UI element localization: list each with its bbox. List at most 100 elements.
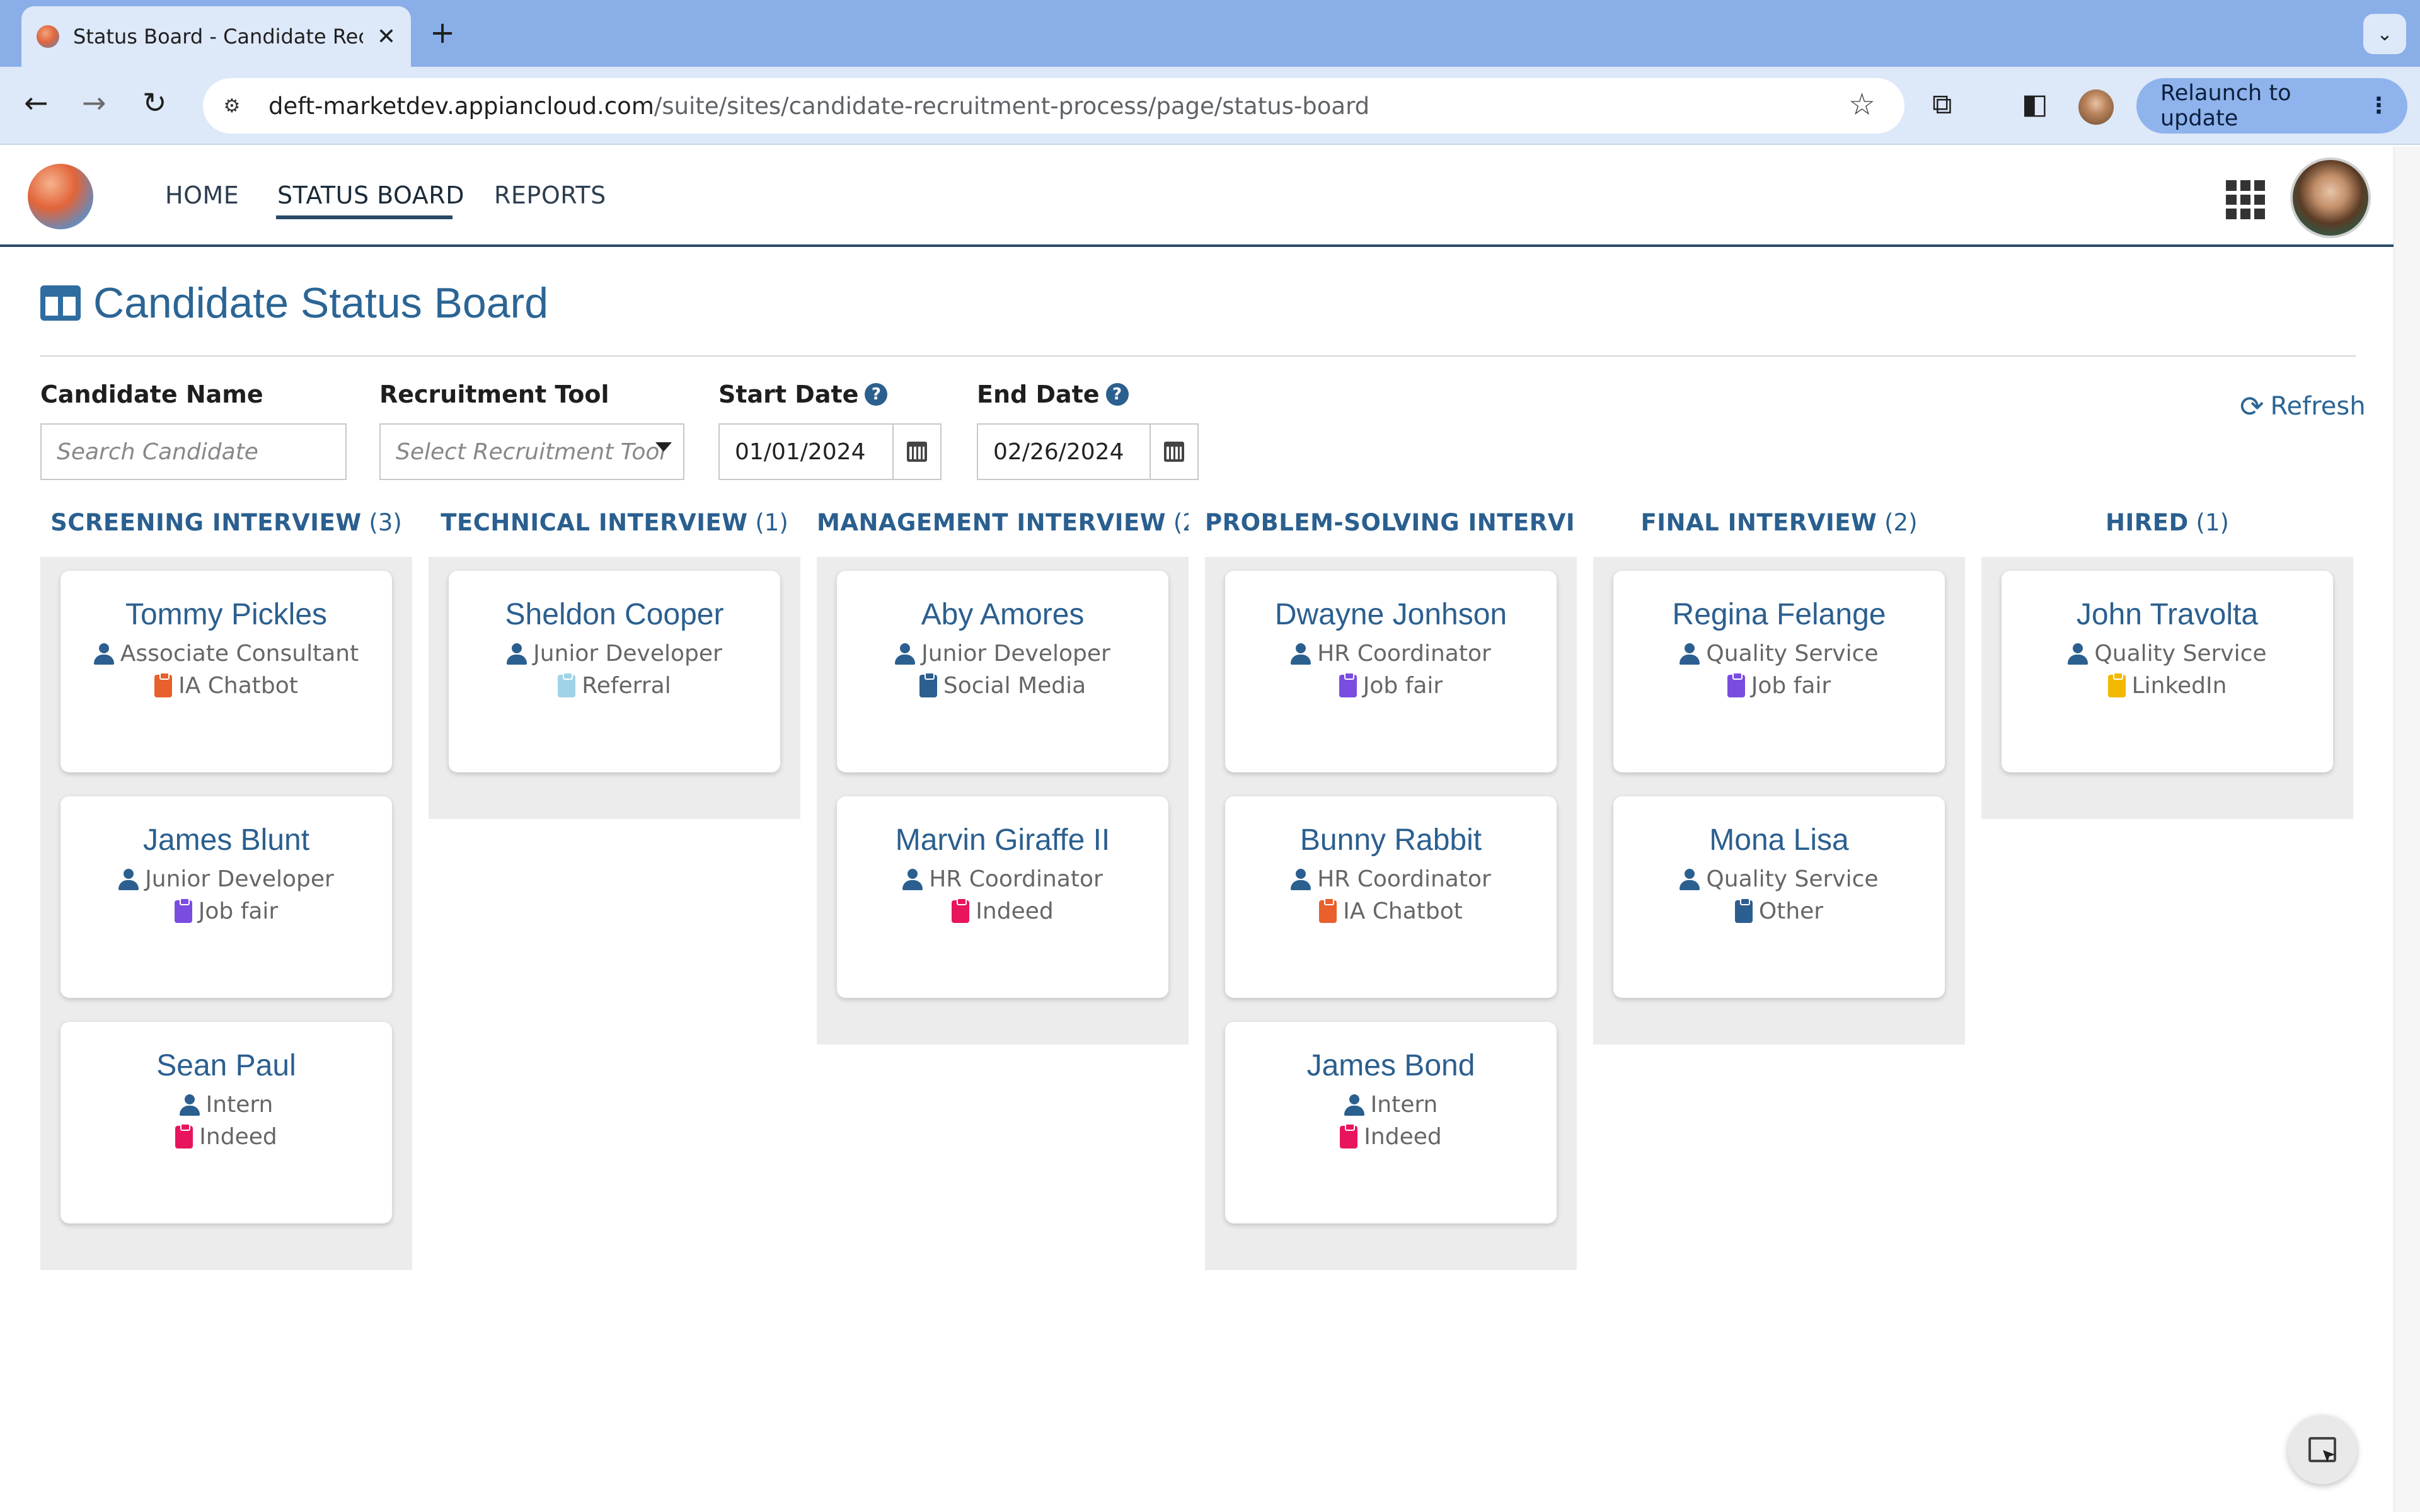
- person-icon: [179, 1094, 200, 1116]
- page-scrollbar[interactable]: [2394, 146, 2420, 1512]
- column-count: (3): [361, 509, 402, 536]
- active-nav-indicator: [276, 215, 452, 219]
- pointer-icon: [2308, 1437, 2336, 1462]
- start-date-input[interactable]: 01/01/2024: [718, 423, 942, 480]
- source-text: Job fair: [198, 898, 279, 924]
- help-icon[interactable]: ?: [1105, 383, 1129, 406]
- candidate-card[interactable]: Dwayne Jonhson HR Coordinator Job fair: [1225, 571, 1557, 772]
- candidate-source: IA Chatbot: [1225, 897, 1557, 924]
- end-date-value: 02/26/2024: [993, 438, 1124, 465]
- profile-icon[interactable]: [2078, 89, 2114, 125]
- role-text: Junior Developer: [533, 641, 722, 667]
- candidate-source: Job fair: [1225, 672, 1557, 699]
- role-text: Quality Service: [2094, 641, 2267, 667]
- candidate-role: Associate Consultant: [60, 641, 392, 667]
- column-header: PROBLEM-SOLVING INTERVIE...: [1205, 509, 1577, 536]
- candidate-source: Job fair: [1613, 672, 1945, 699]
- candidate-source: Indeed: [837, 897, 1168, 924]
- column-title: HIRED: [2106, 509, 2189, 536]
- candidate-card[interactable]: Sean Paul Intern Indeed: [60, 1022, 392, 1223]
- clipboard-icon: [154, 672, 173, 697]
- sidebar-icon[interactable]: ◧: [2022, 88, 2048, 120]
- pointer-tool-button[interactable]: [2288, 1415, 2357, 1484]
- app-launcher-icon[interactable]: [2226, 180, 2265, 219]
- person-icon: [93, 643, 114, 665]
- column-title: PROBLEM-SOLVING INTERVIE...: [1205, 509, 1577, 536]
- browser-tab[interactable]: Status Board - Candidate Recruitment Pro…: [21, 6, 411, 67]
- column-title: TECHNICAL INTERVIEW: [441, 509, 748, 536]
- nav-home[interactable]: HOME: [165, 181, 239, 209]
- page-title: Candidate Status Board: [40, 278, 548, 328]
- candidate-name[interactable]: James Bond: [1225, 1048, 1557, 1083]
- candidate-card[interactable]: James Blunt Junior Developer Job fair: [60, 796, 392, 998]
- nav-status-board[interactable]: STATUS BOARD: [277, 181, 464, 209]
- candidate-search-input[interactable]: Search Candidate: [40, 423, 347, 480]
- star-icon[interactable]: ☆: [1848, 87, 1876, 122]
- candidate-card[interactable]: Mona Lisa Quality Service Other: [1613, 796, 1945, 998]
- candidate-name[interactable]: Tommy Pickles: [60, 597, 392, 632]
- clipboard-icon: [2107, 672, 2126, 697]
- column-header: HIRED (1): [1981, 509, 2353, 536]
- candidate-card[interactable]: John Travolta Quality Service LinkedIn: [2002, 571, 2333, 772]
- relaunch-button[interactable]: Relaunch to update ⋮: [2136, 78, 2407, 134]
- reload-icon[interactable]: ↻: [142, 86, 167, 120]
- candidate-card[interactable]: Bunny Rabbit HR Coordinator IA Chatbot: [1225, 796, 1557, 998]
- site-settings-icon[interactable]: ⚙: [214, 88, 250, 123]
- candidate-name[interactable]: James Blunt: [60, 823, 392, 857]
- calendar-icon[interactable]: [1150, 425, 1197, 479]
- refresh-link[interactable]: ⟳ Refresh: [2240, 389, 2366, 423]
- candidate-card[interactable]: James Bond Intern Indeed: [1225, 1022, 1557, 1223]
- back-icon[interactable]: ←: [24, 86, 49, 120]
- url-host: deft-marketdev.appiancloud.com: [268, 92, 654, 120]
- candidate-card[interactable]: Aby Amores Junior Developer Social Media: [837, 571, 1168, 772]
- person-icon: [118, 868, 139, 890]
- candidate-role: HR Coordinator: [1225, 866, 1557, 892]
- candidate-role: Quality Service: [2002, 641, 2333, 667]
- user-avatar[interactable]: [2290, 158, 2371, 238]
- address-bar[interactable]: ⚙ deft-marketdev.appiancloud.com/suite/s…: [203, 78, 1904, 134]
- candidate-name[interactable]: John Travolta: [2002, 597, 2333, 632]
- candidate-name[interactable]: Bunny Rabbit: [1225, 823, 1557, 857]
- candidate-name[interactable]: Regina Felange: [1613, 597, 1945, 632]
- candidate-role: Junior Developer: [449, 641, 780, 667]
- candidate-role: Quality Service: [1613, 866, 1945, 892]
- extensions-icon[interactable]: ⧉: [1932, 88, 1952, 120]
- role-text: HR Coordinator: [929, 866, 1103, 892]
- column-title: SCREENING INTERVIEW: [50, 509, 362, 536]
- end-date-input[interactable]: 02/26/2024: [977, 423, 1199, 480]
- app-header: HOME STATUS BOARD REPORTS: [0, 146, 2394, 247]
- source-text: IA Chatbot: [1343, 898, 1463, 924]
- role-text: Intern: [1370, 1092, 1438, 1118]
- new-tab-icon[interactable]: +: [430, 15, 455, 50]
- nav-reports[interactable]: REPORTS: [494, 181, 606, 209]
- person-icon: [895, 643, 916, 665]
- dropdown-caret-icon: [655, 442, 672, 452]
- app-logo[interactable]: [28, 164, 93, 229]
- source-text: Referral: [582, 673, 671, 699]
- page-title-text: Candidate Status Board: [93, 279, 549, 327]
- candidate-name[interactable]: Aby Amores: [837, 597, 1168, 632]
- menu-icon[interactable]: ⋮: [2368, 93, 2390, 118]
- candidate-card[interactable]: Tommy Pickles Associate Consultant IA Chat…: [60, 571, 392, 772]
- candidate-name[interactable]: Mona Lisa: [1613, 823, 1945, 857]
- column-count: (2): [1173, 509, 1189, 536]
- person-icon: [902, 868, 923, 890]
- tab-dropdown-icon[interactable]: ⌄: [2363, 14, 2406, 54]
- help-icon[interactable]: ?: [865, 383, 888, 406]
- forward-icon[interactable]: →: [82, 86, 107, 120]
- calendar-icon[interactable]: [892, 425, 940, 479]
- recruitment-tool-select[interactable]: Select Recruitment Tool: [379, 423, 684, 480]
- column-count: (1): [2188, 509, 2229, 536]
- candidate-card[interactable]: Sheldon Cooper Junior Developer Referral: [449, 571, 780, 772]
- column-count: (1): [747, 509, 788, 536]
- candidate-name[interactable]: Sean Paul: [60, 1048, 392, 1083]
- role-text: Junior Developer: [145, 866, 334, 892]
- candidate-name[interactable]: Dwayne Jonhson: [1225, 597, 1557, 632]
- candidate-card[interactable]: Regina Felange Quality Service Job fair: [1613, 571, 1945, 772]
- clipboard-icon: [558, 672, 576, 697]
- candidate-name[interactable]: Sheldon Cooper: [449, 597, 780, 632]
- tab-close-icon[interactable]: ✕: [377, 24, 396, 50]
- candidate-card[interactable]: Marvin Giraffe II HR Coordinator Indeed: [837, 796, 1168, 998]
- column-header: MANAGEMENT INTERVIEW (2): [817, 509, 1189, 536]
- candidate-name[interactable]: Marvin Giraffe II: [837, 823, 1168, 857]
